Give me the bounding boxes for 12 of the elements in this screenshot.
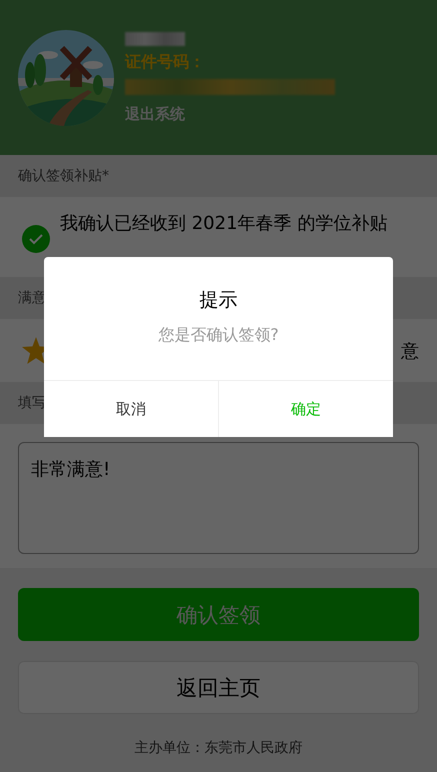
rating-text: 意	[401, 340, 419, 362]
footer-text: 主办单位：东莞市人民政府	[134, 740, 302, 756]
id-label: 证件号码：	[125, 52, 206, 72]
dialog-message: 您是否确认签领?	[157, 325, 280, 346]
confirm-statement: 我确认已经收到 2021年春季 的学位补贴	[60, 212, 388, 236]
blurred-name	[125, 32, 185, 46]
checkbox[interactable]	[22, 225, 50, 253]
comment-field[interactable]: 非常满意!	[18, 442, 419, 554]
home-button[interactable]: 返回主页	[18, 661, 419, 714]
checkmark-icon	[29, 234, 43, 244]
dialog-title: 提示	[198, 288, 238, 313]
ok-button[interactable]: 确定	[218, 381, 393, 437]
